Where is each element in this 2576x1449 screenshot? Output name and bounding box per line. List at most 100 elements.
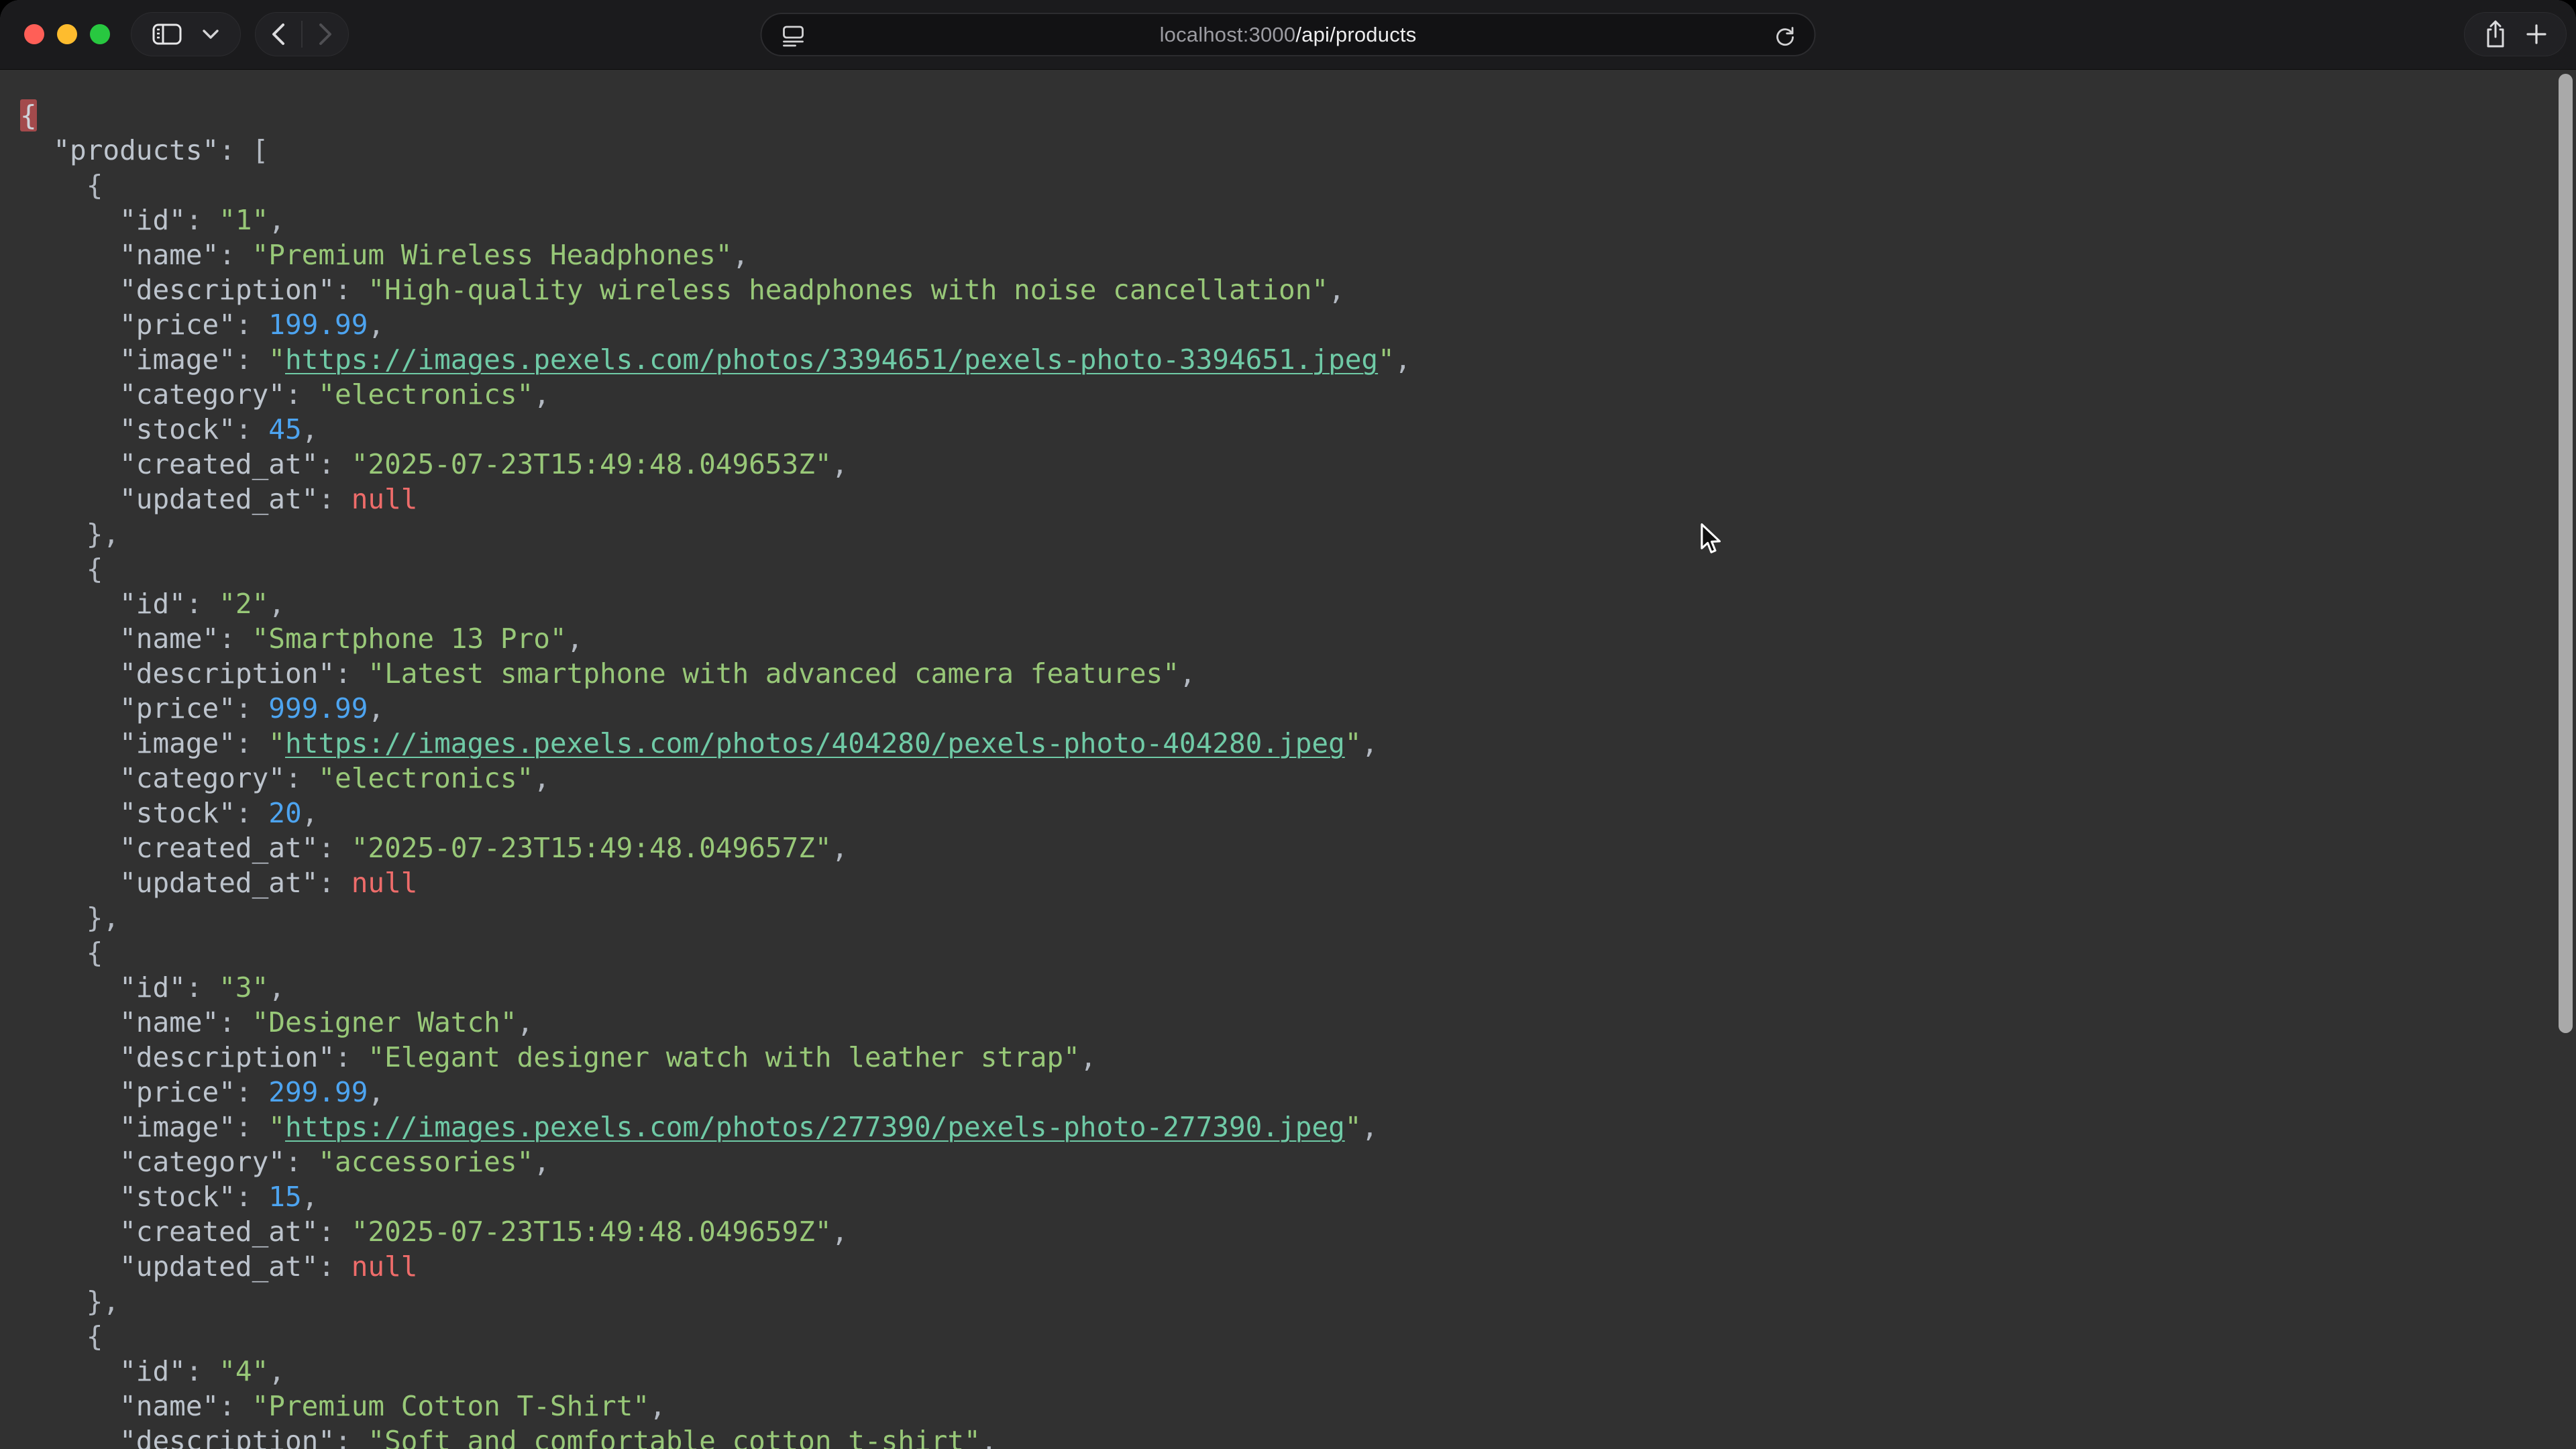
json-punct: :	[335, 1041, 368, 1073]
page-content[interactable]: { "products": [ { "id": "1", "name": "Pr…	[0, 70, 2576, 1449]
json-line: "description": "Soft and comfortable cot…	[20, 1424, 2576, 1449]
json-punct: :	[235, 797, 268, 829]
json-punct: ,	[732, 239, 749, 271]
json-punct: {	[20, 169, 103, 201]
json-punct: ,	[517, 1006, 534, 1038]
json-punct: :	[219, 1390, 252, 1422]
sidebar-icon[interactable]	[152, 23, 182, 45]
json-punct: ,	[268, 971, 285, 1004]
json-punct: {	[20, 1320, 103, 1352]
json-line: "image": "https://images.pexels.com/phot…	[20, 726, 2576, 761]
screen: localhost:3000/api/products	[0, 0, 2576, 1449]
json-string-value: "3"	[219, 971, 268, 1004]
close-button[interactable]	[24, 24, 44, 44]
json-indent	[20, 867, 119, 899]
json-indent	[20, 1146, 119, 1178]
json-punct: :	[235, 1076, 268, 1108]
json-number-value: 20	[268, 797, 301, 829]
json-punct: :	[235, 727, 268, 759]
json-key: "description"	[119, 1041, 335, 1073]
json-key: "id"	[119, 588, 186, 620]
json-line: "updated_at": null	[20, 865, 2576, 900]
json-key: "updated_at"	[119, 483, 318, 515]
address-bar[interactable]: localhost:3000/api/products	[761, 13, 1816, 56]
json-punct: ,	[649, 1390, 666, 1422]
json-key: "stock"	[119, 797, 235, 829]
chevron-down-icon[interactable]	[202, 29, 219, 40]
json-string-value: "accessories"	[318, 1146, 533, 1178]
new-tab-icon[interactable]	[2526, 23, 2547, 45]
json-key: "name"	[119, 1006, 219, 1038]
url-host: localhost:3000	[1160, 23, 1296, 46]
json-key: "updated_at"	[119, 867, 318, 899]
json-punct: :	[235, 1111, 268, 1143]
json-indent	[20, 657, 119, 690]
json-punct: :	[335, 274, 368, 306]
json-punct: :	[235, 309, 268, 341]
json-number-value: 299.99	[268, 1076, 368, 1108]
json-punct: :	[219, 623, 252, 655]
json-punct: :	[318, 1216, 351, 1248]
json-punct: ,	[268, 204, 285, 236]
json-indent	[20, 448, 119, 480]
json-line: "name": "Premium Cotton T-Shirt",	[20, 1389, 2576, 1424]
json-line: "id": "4",	[20, 1354, 2576, 1389]
json-indent	[20, 1076, 119, 1108]
json-indent	[20, 727, 119, 759]
json-line: "updated_at": null	[20, 482, 2576, 517]
json-link-url[interactable]: https://images.pexels.com/photos/3394651…	[285, 343, 1378, 376]
json-key: "image"	[119, 1111, 235, 1143]
reload-icon[interactable]	[1773, 24, 1797, 48]
json-punct: ,	[533, 1146, 550, 1178]
vertical-scrollbar[interactable]	[2559, 74, 2573, 1033]
json-punct: :	[235, 1181, 268, 1213]
forward-icon[interactable]	[318, 23, 333, 46]
json-line: "name": "Smartphone 13 Pro",	[20, 621, 2576, 656]
json-string-value: "electronics"	[318, 762, 533, 794]
minimize-button[interactable]	[57, 24, 77, 44]
json-key: "updated_at"	[119, 1250, 318, 1283]
json-key: "price"	[119, 1076, 235, 1108]
json-link-url[interactable]: https://images.pexels.com/photos/277390/…	[285, 1111, 1345, 1143]
json-punct: ,	[832, 1216, 849, 1248]
json-string-value: "2025-07-23T15:49:48.049657Z"	[352, 832, 832, 864]
json-line: {	[20, 98, 2576, 133]
json-quote: "	[268, 727, 285, 759]
back-icon[interactable]	[271, 23, 286, 46]
json-punct: :	[318, 448, 351, 480]
json-key: "image"	[119, 727, 235, 759]
share-icon[interactable]	[2483, 19, 2508, 49]
json-key: "created_at"	[119, 832, 318, 864]
zoom-button[interactable]	[90, 24, 110, 44]
json-indent	[20, 239, 119, 271]
json-indent	[20, 274, 119, 306]
json-key: "category"	[119, 762, 285, 794]
json-punct: :	[186, 1355, 219, 1387]
json-punct: : [	[219, 134, 268, 166]
json-null-value: null	[352, 1250, 418, 1283]
json-punct: {	[20, 936, 103, 969]
json-line: "description": "Elegant designer watch w…	[20, 1040, 2576, 1075]
json-line: "created_at": "2025-07-23T15:49:48.04965…	[20, 1214, 2576, 1249]
json-string-value: "2"	[219, 588, 268, 620]
json-key: "created_at"	[119, 1216, 318, 1248]
json-punct: :	[335, 1425, 368, 1449]
navigation-button-group	[255, 12, 349, 56]
json-quote: "	[1378, 343, 1395, 376]
json-indent	[20, 343, 119, 376]
page-settings-icon[interactable]	[781, 23, 806, 49]
json-punct: ,	[368, 309, 384, 341]
json-key: "created_at"	[119, 448, 318, 480]
json-line: "price": 299.99,	[20, 1075, 2576, 1110]
json-key: "description"	[119, 657, 335, 690]
json-punct: ,	[268, 1355, 285, 1387]
json-punct: :	[219, 1006, 252, 1038]
json-null-value: null	[352, 483, 418, 515]
json-punct: :	[186, 971, 219, 1004]
json-link-url[interactable]: https://images.pexels.com/photos/404280/…	[285, 727, 1345, 759]
json-punct: ,	[533, 378, 550, 411]
json-line: "stock": 20,	[20, 796, 2576, 830]
json-indent	[20, 1111, 119, 1143]
json-line: {	[20, 551, 2576, 586]
json-string-value: "Premium Cotton T-Shirt"	[252, 1390, 649, 1422]
